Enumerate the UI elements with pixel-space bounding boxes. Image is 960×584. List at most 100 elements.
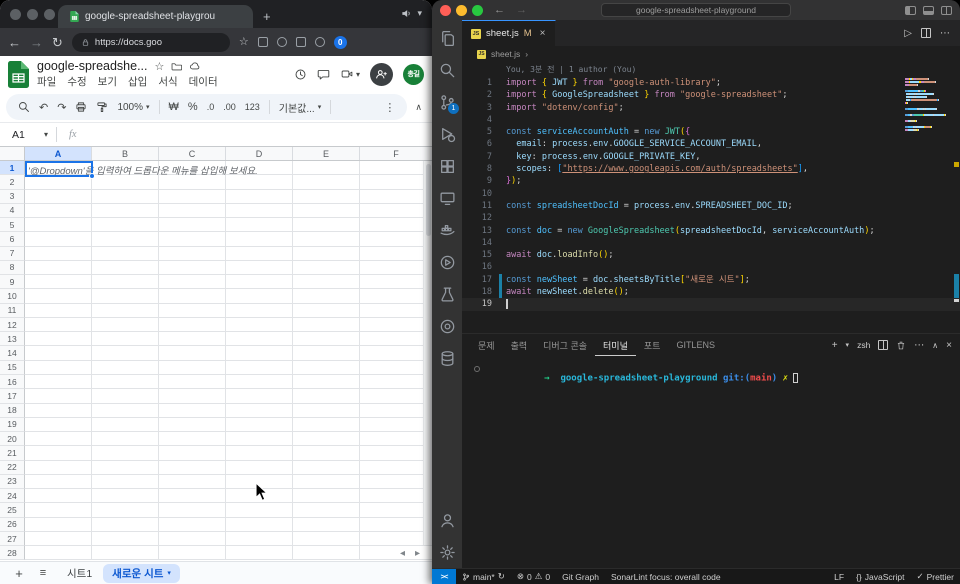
cell-C9[interactable] bbox=[159, 275, 226, 290]
extensions-icon[interactable] bbox=[432, 150, 462, 182]
cell-C10[interactable] bbox=[159, 289, 226, 304]
code-line-18[interactable]: 18 await newSheet.delete(); bbox=[462, 286, 960, 298]
code-line-2[interactable]: 2 import { GoogleSpreadsheet } from "goog… bbox=[462, 89, 960, 101]
row-header-3[interactable]: 3 bbox=[0, 189, 25, 204]
extension-icon-4[interactable] bbox=[314, 37, 325, 47]
panel-more-actions[interactable]: ⋯ bbox=[914, 340, 924, 351]
cell-C4[interactable] bbox=[159, 203, 226, 219]
extension-icon-3[interactable] bbox=[295, 37, 306, 47]
row-header-20[interactable]: 20 bbox=[0, 432, 25, 447]
row-header-17[interactable]: 17 bbox=[0, 389, 25, 404]
cell-B3[interactable] bbox=[92, 189, 159, 204]
cell-D18[interactable] bbox=[226, 403, 293, 418]
cell-A9[interactable] bbox=[25, 275, 92, 290]
cell-D28[interactable] bbox=[226, 546, 293, 561]
cell-D8[interactable] bbox=[226, 260, 293, 276]
cell-E4[interactable] bbox=[293, 203, 360, 219]
cell-B19[interactable] bbox=[92, 417, 159, 433]
cell-C7[interactable] bbox=[159, 246, 226, 261]
cell-F17[interactable] bbox=[360, 389, 432, 404]
cell-C1[interactable] bbox=[159, 161, 226, 176]
collapse-toolbar-button[interactable]: ∧ bbox=[411, 102, 426, 113]
cell-F9[interactable] bbox=[360, 275, 432, 290]
code-line-14[interactable]: 14 bbox=[462, 237, 960, 249]
cell-C5[interactable] bbox=[159, 218, 226, 233]
zoom-select[interactable]: 100% ▾ bbox=[117, 102, 149, 113]
cell-C3[interactable] bbox=[159, 189, 226, 204]
cell-B12[interactable] bbox=[92, 317, 159, 333]
source-control-icon[interactable]: 1 bbox=[432, 86, 462, 118]
code-line-13[interactable]: 13 const doc = new GoogleSpreadsheet(spre… bbox=[462, 225, 960, 237]
cell-C16[interactable] bbox=[159, 374, 226, 390]
new-terminal-button[interactable]: + bbox=[832, 340, 838, 351]
formatter-status[interactable]: ✓ Prettier bbox=[910, 571, 960, 582]
explorer-icon[interactable] bbox=[432, 22, 462, 54]
cell-D24[interactable] bbox=[226, 489, 293, 504]
cell-A11[interactable] bbox=[25, 303, 92, 318]
command-center-search[interactable]: google-spreadsheet-playground bbox=[601, 3, 791, 17]
speaker-icon[interactable] bbox=[401, 8, 412, 19]
row-header-11[interactable]: 11 bbox=[0, 303, 25, 318]
forward-button[interactable]: → bbox=[30, 36, 43, 49]
cell-C27[interactable] bbox=[159, 531, 226, 547]
cell-A2[interactable] bbox=[25, 175, 92, 190]
cell-C20[interactable] bbox=[159, 432, 226, 447]
cell-F28[interactable] bbox=[360, 546, 432, 561]
cell-F25[interactable] bbox=[360, 503, 432, 518]
row-header-16[interactable]: 16 bbox=[0, 374, 25, 390]
remote-indicator[interactable]: >< bbox=[432, 569, 456, 584]
undo-button[interactable]: ↶ bbox=[39, 101, 48, 114]
panel-tab-터미널[interactable]: 터미널 bbox=[595, 334, 636, 356]
col-header-B[interactable]: B bbox=[92, 147, 159, 160]
print-icon[interactable] bbox=[75, 101, 87, 113]
cell-D11[interactable] bbox=[226, 303, 293, 318]
code-line-15[interactable]: 15 await doc.loadInfo(); bbox=[462, 249, 960, 261]
cell-E18[interactable] bbox=[293, 403, 360, 418]
maximize-panel-icon[interactable]: ∧ bbox=[932, 341, 938, 350]
cell-D9[interactable] bbox=[226, 275, 293, 290]
cell-E10[interactable] bbox=[293, 289, 360, 304]
branch-status[interactable]: main* ↻ bbox=[456, 571, 511, 582]
minimap[interactable] bbox=[905, 78, 951, 135]
cell-E24[interactable] bbox=[293, 489, 360, 504]
panel-tab-GITLENS[interactable]: GITLENS bbox=[668, 334, 723, 356]
cell-F26[interactable] bbox=[360, 517, 432, 532]
menu-데이터[interactable]: 데이터 bbox=[189, 74, 218, 89]
cell-A23[interactable] bbox=[25, 474, 92, 490]
font-select[interactable]: 기본값... ▾ bbox=[279, 100, 321, 115]
cell-C14[interactable] bbox=[159, 346, 226, 361]
cell-F4[interactable] bbox=[360, 203, 432, 219]
format-percent-button[interactable]: % bbox=[188, 101, 198, 113]
cell-B16[interactable] bbox=[92, 374, 159, 390]
row-header-12[interactable]: 12 bbox=[0, 317, 25, 333]
toolbar-more-button[interactable]: ⋮ bbox=[384, 101, 395, 114]
star-icon[interactable]: ☆ bbox=[155, 60, 165, 73]
cell-A7[interactable] bbox=[25, 246, 92, 261]
cell-F7[interactable] bbox=[360, 246, 432, 261]
close-panel-icon[interactable]: × bbox=[946, 340, 952, 351]
terminal-profile-chevron[interactable]: ▾ bbox=[846, 341, 850, 349]
code-line-5[interactable]: 5 const serviceAccountAuth = new JWT({ bbox=[462, 126, 960, 138]
cell-F24[interactable] bbox=[360, 489, 432, 504]
history-forward-button[interactable]: → bbox=[516, 4, 527, 16]
tab-close-icon[interactable]: × bbox=[540, 28, 546, 39]
cell-C17[interactable] bbox=[159, 389, 226, 404]
language-mode[interactable]: {} JavaScript bbox=[850, 572, 910, 582]
code-editor[interactable]: You, 3분 전 | 1 author (You) 1 import { JWT… bbox=[462, 62, 960, 333]
settings-gear-icon[interactable] bbox=[432, 536, 462, 568]
cell-B4[interactable] bbox=[92, 203, 159, 219]
eol-indicator[interactable]: LF bbox=[828, 572, 850, 582]
cell-E6[interactable] bbox=[293, 232, 360, 247]
cloud-status-icon[interactable] bbox=[189, 61, 201, 72]
cell-C2[interactable] bbox=[159, 175, 226, 190]
cell-D5[interactable] bbox=[226, 218, 293, 233]
add-sheet-button[interactable]: + bbox=[10, 566, 28, 581]
cell-E23[interactable] bbox=[293, 474, 360, 490]
cell-A17[interactable] bbox=[25, 389, 92, 404]
cell-A6[interactable] bbox=[25, 232, 92, 247]
cell-D17[interactable] bbox=[226, 389, 293, 404]
cell-C11[interactable] bbox=[159, 303, 226, 318]
cell-F5[interactable] bbox=[360, 218, 432, 233]
tab-sheet-js[interactable]: JS sheet.js M × bbox=[462, 20, 556, 46]
cell-B9[interactable] bbox=[92, 275, 159, 290]
